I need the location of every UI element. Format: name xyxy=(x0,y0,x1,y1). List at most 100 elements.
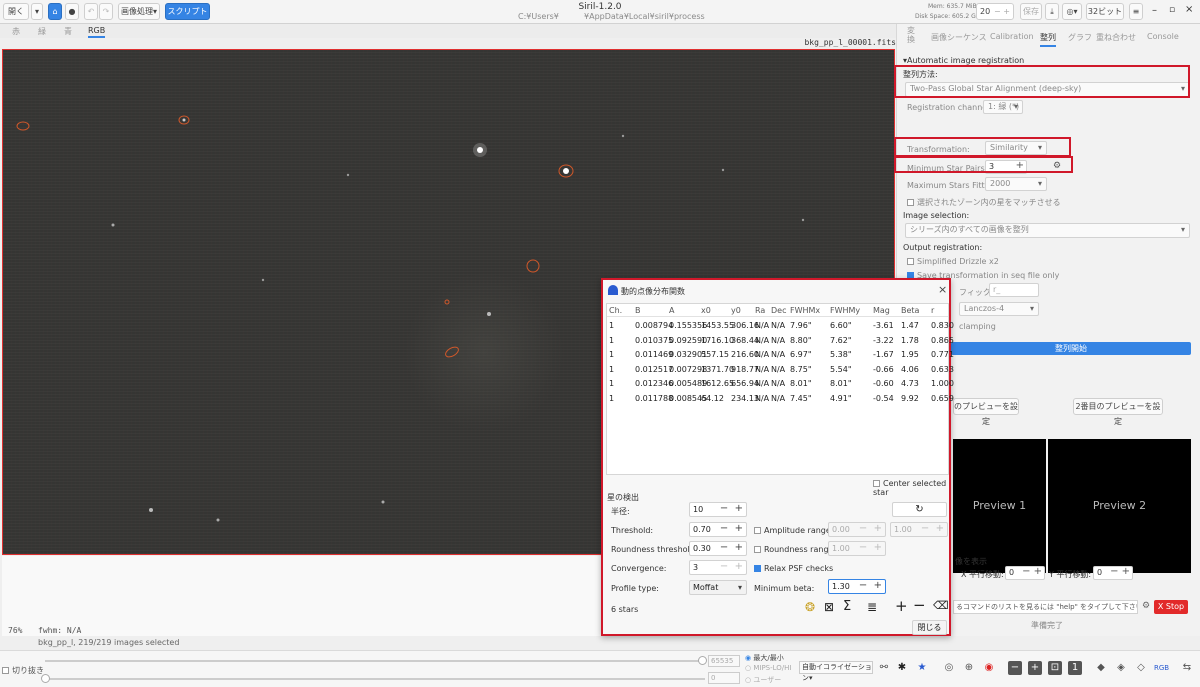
col-fwhmy[interactable]: FWHMy xyxy=(830,306,860,315)
globe-icon[interactable]: ⊕ xyxy=(962,661,976,675)
min-star-pairs-spin[interactable]: 3 + xyxy=(985,160,1027,174)
close-window-icon[interactable]: × xyxy=(1185,4,1193,15)
tab-red[interactable]: 赤 xyxy=(12,26,20,37)
col-x0[interactable]: x0 xyxy=(701,306,711,315)
relax-psf-checkbox[interactable]: Relax PSF checks xyxy=(754,564,833,573)
col-dec[interactable]: Dec xyxy=(771,306,786,315)
col-y0[interactable]: y0 xyxy=(731,306,741,315)
sum-icon[interactable]: Σ xyxy=(843,599,851,614)
convergence-spin[interactable]: 3− + xyxy=(689,560,747,575)
tab-rgb[interactable]: RGB xyxy=(88,26,106,38)
save-button[interactable]: 保存 xyxy=(1020,3,1042,20)
export-list-icon[interactable]: ≣ xyxy=(867,600,877,614)
register-button[interactable]: 整列開始 xyxy=(951,342,1191,355)
radio-mips[interactable]: ○ MIPS-LO/HI xyxy=(745,664,792,672)
col-beta[interactable]: Beta xyxy=(901,306,919,315)
flip-h-icon[interactable]: ◆ xyxy=(1094,661,1108,675)
set-first-preview-button[interactable]: のプレビューを設定 xyxy=(953,398,1019,426)
tab-console[interactable]: Console xyxy=(1147,32,1179,41)
save-as-icon[interactable]: ⤓ xyxy=(1045,3,1059,20)
zoom-fit-icon[interactable]: ⊡ xyxy=(1048,661,1062,675)
min-value-input[interactable]: 0 xyxy=(708,672,740,684)
amplitude-checkbox[interactable]: Amplitude range xyxy=(754,526,831,535)
stop-button[interactable]: X Stop xyxy=(1154,600,1188,614)
delete-all-icon[interactable]: ⌫ xyxy=(933,599,949,612)
zoom-out-icon[interactable]: − xyxy=(1008,661,1022,675)
max-stars-select[interactable]: 2000 xyxy=(985,177,1047,191)
autostretch-select[interactable]: 自動イコライゼーション▾ xyxy=(799,661,873,682)
tab-plot[interactable]: グラフ xyxy=(1068,32,1092,43)
alignment-method-select[interactable]: Two-Pass Global Star Alignment (deep-sky… xyxy=(905,82,1190,97)
col-fwhmx[interactable]: FWHMx xyxy=(790,306,820,315)
zoom-in-icon[interactable]: + xyxy=(1028,661,1042,675)
min-slider[interactable] xyxy=(45,678,705,680)
tab-conversion[interactable]: 変換 xyxy=(907,26,917,44)
section-title[interactable]: ▾Automatic image registration xyxy=(903,56,1024,65)
snapshot-icon[interactable]: ◎▾ xyxy=(1062,3,1082,20)
interpolation-select[interactable]: Lanczos-4 xyxy=(959,302,1039,316)
min-slider-handle[interactable] xyxy=(41,674,50,683)
zoom-1-icon[interactable]: 1 xyxy=(1068,661,1082,675)
tab-green[interactable]: 緑 xyxy=(38,26,46,37)
pcc-icon[interactable]: ★ xyxy=(915,661,929,675)
radio-minmax[interactable]: ◉ 最大/最小 xyxy=(745,653,784,663)
roundness-range-checkbox[interactable]: Roundness range xyxy=(754,545,833,554)
x-shift-spin[interactable]: 0− + xyxy=(1005,566,1045,580)
tab-stacking[interactable]: 重ね合わせ xyxy=(1096,32,1136,43)
min-beta-spin[interactable]: 1.30− + xyxy=(828,579,886,594)
bit-depth-menu[interactable]: 32ビット▾ xyxy=(1086,3,1124,31)
threads-spin[interactable]: 20− + xyxy=(976,3,1014,20)
remove-star-icon[interactable]: − xyxy=(913,596,926,614)
registration-channel-select[interactable]: 1: 緑 (*) xyxy=(983,100,1023,114)
roundness-range-spin[interactable]: 1.00− + xyxy=(828,541,886,556)
command-input[interactable]: るコマンドのリストを見るには "help" をタイプして下さい xyxy=(953,600,1138,614)
amplitude-min-spin[interactable]: 0.00− + xyxy=(828,522,886,537)
radio-user[interactable]: ○ ユーザー xyxy=(745,675,781,685)
set-second-preview-button[interactable]: 2番目のプレビューを設定 xyxy=(1073,398,1163,426)
rotate-icon[interactable]: ◇ xyxy=(1134,661,1148,675)
tab-sequence[interactable]: 画像シーケンス xyxy=(931,32,987,43)
col-ra[interactable]: Ra xyxy=(755,306,765,315)
clear-stars-icon[interactable]: ⊠ xyxy=(824,600,834,614)
radius-spin[interactable]: 10 − + xyxy=(689,502,747,517)
prefix-input[interactable]: r_ xyxy=(989,283,1039,297)
preview-1[interactable]: Preview 1 xyxy=(953,439,1046,573)
link-icon[interactable]: ⚯ xyxy=(877,661,891,675)
col-mag[interactable]: Mag xyxy=(873,306,890,315)
gear-icon[interactable]: ⚙ xyxy=(1053,161,1061,171)
psf-table[interactable]: Ch. B A x0 y0 Ra Dec FWHMx FWHMy Mag Bet… xyxy=(606,303,954,475)
annotate-icon[interactable]: ◎ xyxy=(942,661,956,675)
col-r[interactable]: r xyxy=(931,306,934,315)
profile-type-select[interactable]: Moffat ▾ xyxy=(689,580,747,595)
max-slider-handle[interactable] xyxy=(698,656,707,665)
color-balance-icon[interactable]: ✱ xyxy=(895,661,909,675)
preview-2[interactable]: Preview 2 xyxy=(1048,439,1191,573)
col-a[interactable]: A xyxy=(669,306,674,315)
maximize-icon[interactable]: ▫ xyxy=(1169,5,1175,15)
y-shift-spin[interactable]: 0− + xyxy=(1093,566,1133,580)
photometry-icon[interactable]: ❂ xyxy=(805,600,815,614)
minimize-icon[interactable]: – xyxy=(1152,5,1157,16)
target-icon[interactable]: ◉ xyxy=(982,661,996,675)
image-selection-select[interactable]: シリーズ内のすべての画像を整列 xyxy=(905,223,1190,238)
max-slider[interactable] xyxy=(45,660,705,662)
dialog-close-icon[interactable]: × xyxy=(938,283,947,296)
crop-checkbox[interactable]: 切り抜き xyxy=(2,665,44,676)
match-zone-checkbox[interactable]: 選択されたゾーン内の星をマッチさせる xyxy=(907,197,1061,208)
transformation-select[interactable]: Similarity xyxy=(985,141,1047,155)
add-star-icon[interactable]: + xyxy=(895,597,908,615)
tab-blue[interactable]: 青 xyxy=(64,26,72,37)
flip-v-icon[interactable]: ◈ xyxy=(1114,661,1128,675)
col-ch[interactable]: Ch. xyxy=(609,306,622,315)
amplitude-max-spin[interactable]: 1.00− + xyxy=(890,522,948,537)
col-b[interactable]: B xyxy=(635,306,641,315)
refresh-button[interactable]: ↻ xyxy=(892,502,947,517)
tab-calibration[interactable]: Calibration xyxy=(990,32,1034,41)
hamburger-menu-icon[interactable]: ≡ xyxy=(1129,3,1143,20)
rgb-compose-icon[interactable]: RGB xyxy=(1154,661,1169,675)
center-star-checkbox[interactable]: Center selected star xyxy=(873,479,949,497)
drizzle-checkbox[interactable]: Simplified Drizzle x2 xyxy=(907,257,999,266)
max-value-input[interactable]: 65535 xyxy=(708,655,740,667)
tab-registration[interactable]: 整列 xyxy=(1040,32,1056,47)
threshold-spin[interactable]: 0.70− + xyxy=(689,522,747,537)
